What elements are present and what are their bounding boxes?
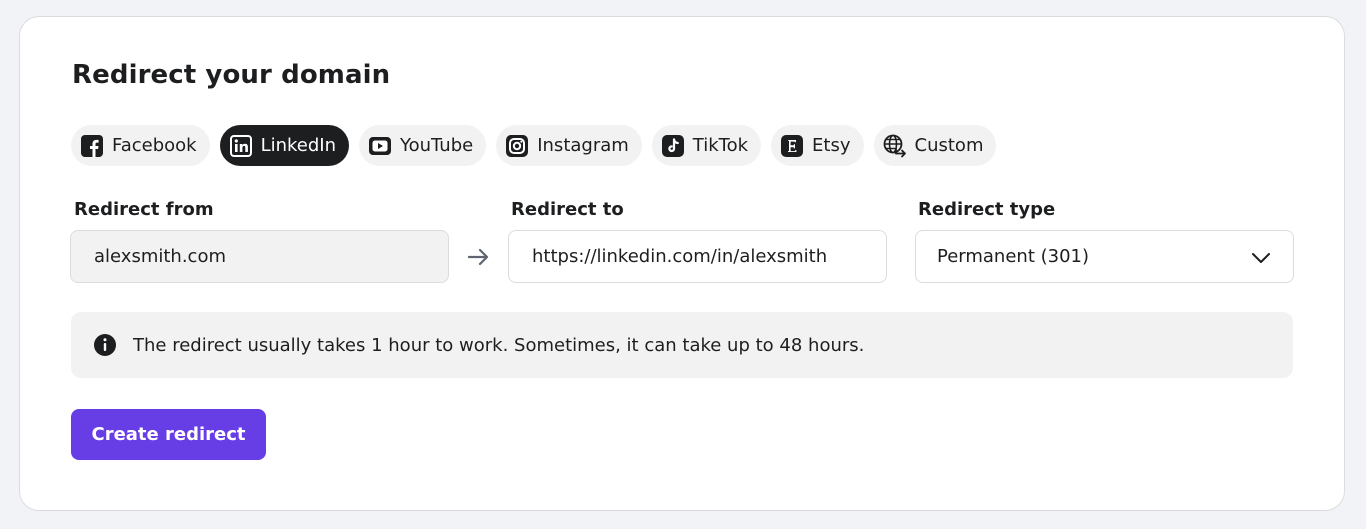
info-icon (93, 333, 117, 357)
page-title: Redirect your domain (72, 60, 391, 90)
redirect-type-label: Redirect type (918, 199, 1056, 220)
create-redirect-button[interactable]: Create redirect (71, 409, 266, 460)
instagram-icon (505, 134, 529, 158)
tiktok-icon (661, 134, 685, 158)
chip-label: Instagram (537, 135, 629, 156)
etsy-icon (780, 134, 804, 158)
redirect-type-select[interactable]: Permanent (301) (915, 230, 1294, 283)
chip-label: LinkedIn (260, 135, 337, 156)
chip-etsy[interactable]: Etsy (771, 125, 864, 166)
info-notice: The redirect usually takes 1 hour to wor… (71, 312, 1293, 378)
chevron-down-icon (1251, 248, 1271, 273)
notice-text: The redirect usually takes 1 hour to wor… (133, 334, 865, 356)
linkedin-icon (229, 134, 253, 158)
chip-instagram[interactable]: Instagram (496, 125, 642, 166)
chip-youtube[interactable]: YouTube (359, 125, 487, 166)
redirect-to-value: https://linkedin.com/in/alexsmith (532, 246, 828, 267)
redirect-card: Redirect your domain Facebook LinkedIn Y… (19, 16, 1345, 511)
arrow-right-icon (466, 245, 490, 269)
redirect-type-value: Permanent (301) (937, 246, 1090, 267)
chip-label: Custom (914, 135, 984, 156)
chip-label: YouTube (400, 135, 474, 156)
youtube-icon (368, 134, 392, 158)
chip-label: Etsy (812, 135, 851, 156)
chip-custom[interactable]: Custom (873, 125, 997, 166)
globe-redirect-icon (883, 134, 907, 158)
chip-tiktok[interactable]: TikTok (651, 125, 762, 166)
platform-chips: Facebook LinkedIn YouTube Instagram TikT… (71, 125, 997, 166)
redirect-to-label: Redirect to (511, 199, 624, 220)
chip-linkedin[interactable]: LinkedIn (219, 125, 350, 166)
chip-label: TikTok (692, 135, 749, 156)
redirect-to-field[interactable]: https://linkedin.com/in/alexsmith (508, 230, 887, 283)
chip-facebook[interactable]: Facebook (71, 125, 210, 166)
facebook-icon (80, 134, 104, 158)
redirect-from-value: alexsmith.com (94, 246, 226, 267)
chip-label: Facebook (112, 135, 197, 156)
redirect-from-field[interactable]: alexsmith.com (70, 230, 449, 283)
redirect-from-label: Redirect from (74, 199, 214, 220)
